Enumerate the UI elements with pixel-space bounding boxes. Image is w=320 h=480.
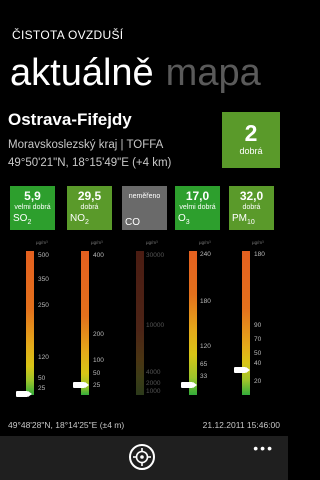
scale-tick: 20 (254, 378, 262, 385)
scale-unit-o3: µg/m³ (199, 240, 211, 245)
scale-bar-o3 (189, 251, 197, 395)
scale-bar-no2 (81, 251, 89, 395)
pollutant-value: 17,0 (185, 189, 210, 203)
scale-tick: 40 (254, 360, 262, 367)
pollutant-value: 32,0 (239, 189, 264, 203)
scale-pointer-so2 (16, 391, 32, 397)
scale-pointer-o3 (181, 382, 197, 388)
scale-tick: 1000 (146, 388, 161, 395)
scale-tick: 500 (38, 252, 49, 259)
scale-tick: 25 (38, 385, 46, 392)
scale-tick: 30000 (146, 252, 165, 259)
scale-tick: 25 (93, 382, 101, 389)
crosshair-icon (133, 448, 151, 466)
scale-tick: 33 (200, 373, 208, 380)
scale-tick: 4000 (146, 369, 161, 376)
scale-tick: 400 (93, 252, 104, 259)
pollutant-tile-so2[interactable]: 5,9 velmi dobrá SO2 (10, 186, 55, 230)
scale-tick: 2000 (146, 380, 161, 387)
pollutant-quality: dobrá (242, 204, 261, 211)
pollutant-quality: velmi dobrá (14, 204, 51, 211)
scale-tick: 70 (254, 336, 262, 343)
scale-pointer-pm10 (234, 367, 250, 373)
pollutant-name: PM10 (232, 213, 255, 226)
scale-tick: 100 (93, 357, 104, 364)
scale-unit-co: µg/m³ (146, 240, 158, 245)
scale-tick: 240 (200, 251, 211, 258)
scale-tick: 180 (254, 251, 265, 258)
scale-unit-pm10: µg/m³ (252, 240, 264, 245)
locate-button[interactable] (129, 444, 155, 470)
scale-tick: 50 (93, 370, 101, 377)
scale-tick: 250 (38, 302, 49, 309)
overall-index-tile[interactable]: 2 dobrá (222, 112, 280, 168)
pollutant-tile-o3[interactable]: 17,0 velmi dobrá O3 (175, 186, 220, 230)
pollutant-tile-no2[interactable]: 29,5 dobrá NO2 (67, 186, 112, 230)
scale-tick: 65 (200, 361, 208, 368)
pivot-item-mapa[interactable]: mapa (166, 52, 261, 94)
overall-index-label: dobrá (239, 146, 263, 156)
scale-tick: 50 (254, 350, 262, 357)
scale-tick: 50 (38, 375, 46, 382)
scale-tick: 120 (200, 343, 211, 350)
scale-unit-no2: µg/m³ (91, 240, 103, 245)
scale-tick: 200 (93, 331, 104, 338)
pollutant-value: 29,5 (77, 189, 102, 203)
pollutant-tile-co[interactable]: neměřeno CO (122, 186, 167, 230)
pollutant-value: 5,9 (24, 189, 41, 203)
pollutant-quality: dobrá (80, 204, 99, 211)
station-coords: 49°50'21"N, 18°15'49"E (+4 km) (8, 157, 172, 169)
more-menu-button[interactable]: ••• (253, 440, 274, 456)
scale-unit-so2: µg/m³ (36, 240, 48, 245)
scale-tick: 180 (200, 298, 211, 305)
station-region: Moravskoslezský kraj | TOFFA (8, 139, 164, 151)
app-title: ČISTOTA OVZDUŠÍ (12, 28, 124, 42)
scale-tick: 120 (38, 354, 49, 361)
scale-tick: 350 (38, 276, 49, 283)
scale-pointer-no2 (73, 382, 89, 388)
pollutant-name: O3 (178, 213, 190, 226)
app-bar: ••• (0, 436, 288, 480)
pollutant-name: CO (125, 217, 140, 228)
scale-tick: 10000 (146, 322, 165, 329)
pollutant-tile-pm10[interactable]: 32,0 dobrá PM10 (229, 186, 274, 230)
overall-index-value: 2 (244, 120, 258, 146)
scale-bar-co (136, 251, 144, 395)
station-name: Ostrava-Fifejdy (8, 110, 132, 129)
pollutant-quality: velmi dobrá (179, 204, 216, 211)
pollutant-name: NO2 (70, 213, 89, 226)
scale-bar-so2 (26, 251, 34, 395)
pollutant-name: SO2 (13, 213, 32, 226)
pivot-item-aktualne[interactable]: aktuálně (10, 52, 154, 94)
pivot-header: aktuálně mapa (10, 50, 273, 96)
pollutant-quality: neměřeno (128, 193, 161, 200)
scale-tick: 90 (254, 322, 262, 329)
measurement-datetime: 21.12.2011 15:46:00 (202, 420, 280, 430)
scale-bar-pm10 (242, 251, 250, 395)
current-location-coords: 49°48'28"N, 18°14'25"E (±4 m) (8, 420, 125, 430)
